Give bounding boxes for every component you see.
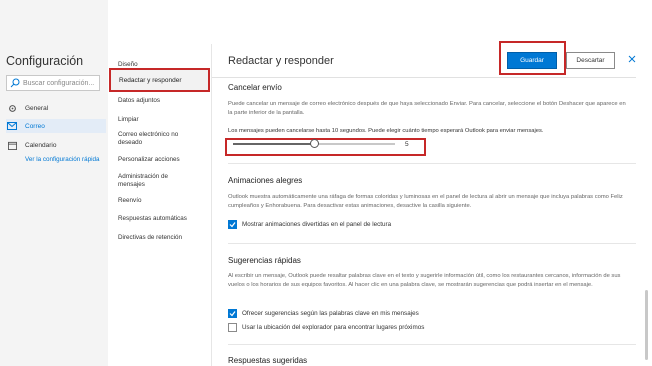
- page-title: Redactar y responder: [228, 55, 334, 67]
- undo-send-description: Puede cancelar un mensaje de correo elec…: [228, 101, 626, 116]
- sidebar-item-label: Correo: [25, 122, 45, 130]
- save-button[interactable]: Guardar: [507, 52, 557, 69]
- suggestions-keyword-checkbox[interactable]: [228, 309, 237, 318]
- settings-title: Configuración: [6, 54, 84, 68]
- subnav-item-forwarding[interactable]: Reenvío: [118, 197, 208, 205]
- search-icon: [10, 78, 20, 88]
- subnav-item-sweep[interactable]: Limpiar: [118, 116, 208, 124]
- section-divider: [228, 163, 636, 164]
- slider-highlight: [225, 138, 426, 156]
- content-scrollbar[interactable]: [645, 290, 648, 360]
- section-divider: [228, 344, 636, 345]
- discard-button[interactable]: Descartar: [566, 52, 615, 69]
- sidebar-item-label: General: [25, 104, 49, 112]
- close-icon[interactable]: [625, 52, 639, 66]
- undo-send-limit-text: Los mensajes pueden cancelarse hasta 10 …: [228, 128, 544, 134]
- suggestions-location-label: Usar la ubicación del explorador para en…: [242, 324, 425, 331]
- suggestions-keyword-option[interactable]: Ofrecer sugerencias según las palabras c…: [228, 309, 419, 318]
- search-settings-input[interactable]: Buscar configuración...: [6, 75, 100, 91]
- mail-settings-subnav: [108, 44, 212, 366]
- subnav-item-compose-reply[interactable]: Redactar y responder: [109, 68, 210, 92]
- sidebar-item-calendar[interactable]: Calendario: [6, 138, 106, 152]
- animations-option[interactable]: Mostrar animaciones divertidas en el pan…: [228, 220, 391, 229]
- suggestions-title: Sugerencias rápidas: [228, 256, 301, 265]
- subnav-item-message-handling[interactable]: Administración de mensajes: [118, 173, 193, 188]
- mail-icon: [6, 121, 18, 131]
- animations-title: Animaciones alegres: [228, 176, 303, 185]
- subnav-item-junk[interactable]: Correo electrónico no deseado: [118, 131, 198, 146]
- suggestions-location-option[interactable]: Usar la ubicación del explorador para en…: [228, 323, 424, 332]
- suggestions-keyword-label: Ofrecer sugerencias según las palabras c…: [242, 310, 419, 317]
- search-placeholder: Buscar configuración...: [23, 79, 95, 87]
- undo-send-slider-value: 5: [405, 141, 409, 148]
- suggestions-description: Al escribir un mensaje, Outlook puede re…: [228, 273, 621, 288]
- undo-send-slider-thumb[interactable]: [309, 139, 319, 148]
- subnav-item-retention[interactable]: Directivas de retención: [118, 234, 208, 242]
- undo-send-title: Cancelar envío: [228, 83, 282, 92]
- checkmark-icon: [229, 222, 236, 228]
- animations-checkbox[interactable]: [228, 220, 237, 229]
- sidebar-item-label: Calendario: [25, 141, 57, 149]
- subnav-item-auto-replies[interactable]: Respuestas automáticas: [118, 215, 208, 223]
- header-divider: [212, 77, 636, 78]
- sidebar-item-general[interactable]: General: [6, 101, 106, 115]
- checkmark-icon: [229, 311, 236, 317]
- calendar-icon: [6, 140, 18, 150]
- suggestions-location-checkbox[interactable]: [228, 323, 237, 332]
- animations-checkbox-label: Mostrar animaciones divertidas en el pan…: [242, 221, 392, 228]
- subnav-item-customize-actions[interactable]: Personalizar acciones: [118, 156, 208, 164]
- subnav-item-label: Redactar y responder: [119, 76, 182, 84]
- animations-description: Outlook muestra automáticamente una ráfa…: [228, 194, 623, 209]
- gear-icon: [6, 103, 18, 113]
- subnav-item-attachments[interactable]: Datos adjuntos: [118, 97, 208, 105]
- quick-settings-link[interactable]: Ver la configuración rápida: [25, 156, 100, 164]
- suggested-replies-title: Respuestas sugeridas: [228, 356, 308, 365]
- sidebar-item-mail[interactable]: Correo: [6, 119, 106, 133]
- undo-send-slider-fill: [233, 143, 314, 145]
- section-divider: [228, 243, 636, 244]
